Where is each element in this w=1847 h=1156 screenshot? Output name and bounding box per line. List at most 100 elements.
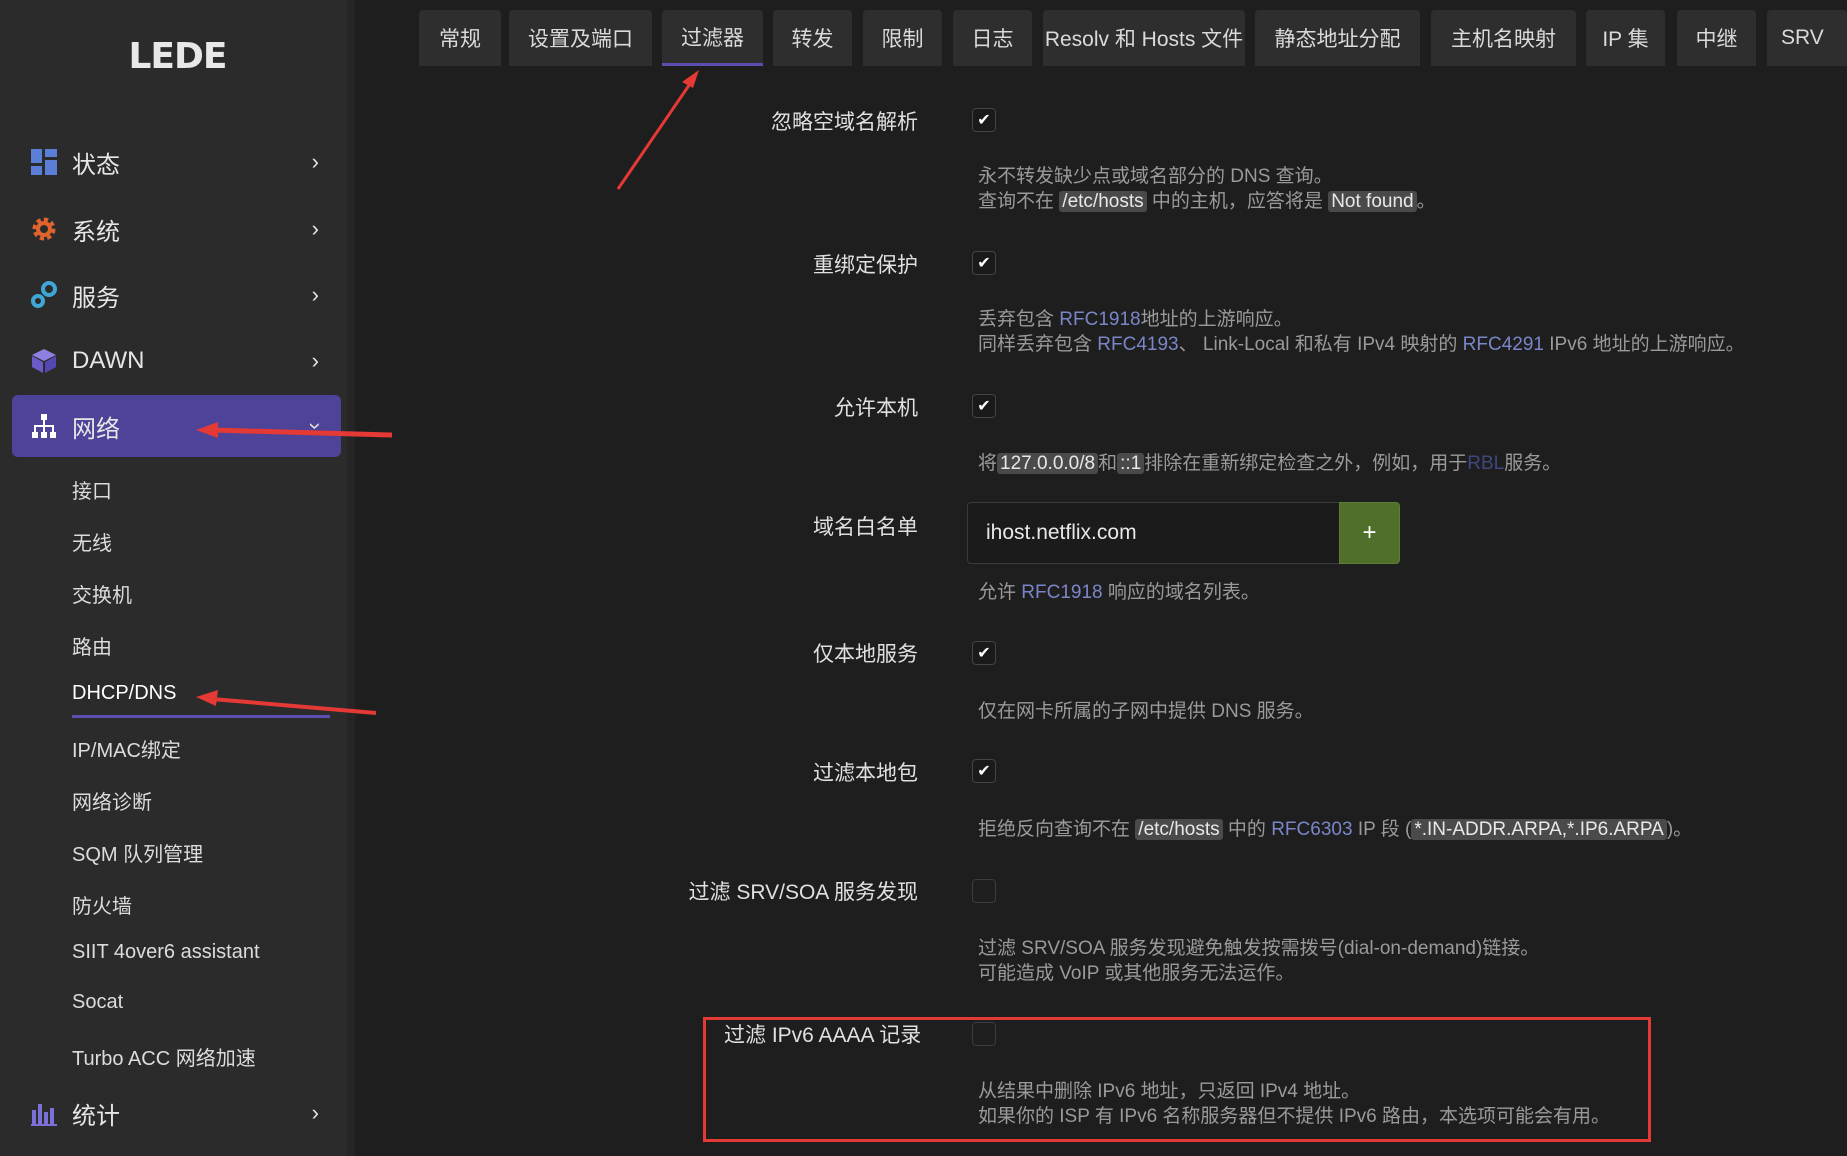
field-description: 将 127.0.0.0/8 和::1 排除在重新绑定检查之外，例如，用于RBL服务。 <box>978 451 1561 476</box>
dashboard-icon <box>30 148 58 176</box>
sidebar-sub-dhcp-dns[interactable]: DHCP/DNS <box>72 682 176 705</box>
tab-srv[interactable]: SRV <box>1767 10 1847 66</box>
tab-resolv-hosts[interactable]: Resolv 和 Hosts 文件 <box>1043 10 1245 66</box>
rfc-link[interactable]: RFC1918 <box>1059 309 1140 330</box>
sidebar-item-label: 状态 <box>72 151 120 179</box>
filter-srv-checkbox[interactable] <box>972 879 996 903</box>
code-snippet: ::1 <box>1117 453 1145 474</box>
tab-limits[interactable]: 限制 <box>863 10 942 66</box>
desc-text: 同样丢弃包含 <box>978 334 1093 355</box>
desc-line: 丢弃包含 RFC1918地址的上游响应。 <box>978 307 1745 332</box>
bar-chart-icon <box>30 1099 58 1127</box>
field-description: 丢弃包含 RFC1918地址的上游响应。 同样丢弃包含 RFC4193、 Lin… <box>978 307 1745 357</box>
gear-icon <box>30 215 58 243</box>
desc-line: 过滤 SRV/SOA 服务发现避免触发按需拨号(dial-on-demand)链… <box>978 938 1540 959</box>
tab-filters[interactable]: 过滤器 <box>662 10 763 66</box>
sidebar-sub-wireless[interactable]: 无线 <box>72 527 112 556</box>
desc-text: IP 段 ( <box>1357 819 1412 840</box>
add-domain-button[interactable]: + <box>1339 502 1400 564</box>
tab-relay[interactable]: 中继 <box>1677 10 1756 66</box>
desc-text: )。 <box>1666 819 1693 840</box>
sidebar-sub-interfaces[interactable]: 接口 <box>72 475 112 504</box>
field-description: 仅在网卡所属的子网中提供 DNS 服务。 <box>978 701 1314 722</box>
filter-private-checkbox[interactable]: ✔ <box>972 759 996 783</box>
desc-text: 将 <box>978 453 998 474</box>
field-label: 重绑定保护 <box>813 254 918 277</box>
chevron-down-icon: › <box>303 422 329 430</box>
sidebar-item-system[interactable]: 系统 › <box>12 198 341 260</box>
desc-text: 中的主机，应答将是 <box>1151 191 1323 212</box>
rfc-link[interactable]: RFC4291 <box>1463 334 1544 355</box>
services-icon <box>30 281 58 309</box>
active-sub-indicator <box>72 715 330 718</box>
rfc-link[interactable]: RFC6303 <box>1271 819 1352 840</box>
desc-line: 可能造成 VoIP 或其他服务无法运作。 <box>978 963 1295 984</box>
tab-static-leases[interactable]: 静态地址分配 <box>1255 10 1420 66</box>
tab-general[interactable]: 常规 <box>419 10 501 66</box>
desc-text: 排除在重新绑定检查之外，例如，用于 <box>1144 453 1468 474</box>
field-label: 允许本机 <box>834 397 918 420</box>
field-label: 过滤本地包 <box>813 762 918 785</box>
sidebar-sub-turbo-acc[interactable]: Turbo ACC 网络加速 <box>72 1042 256 1071</box>
ignore-empty-checkbox[interactable]: ✔ <box>972 108 996 132</box>
sidebar-sub-ip-mac[interactable]: IP/MAC绑定 <box>72 734 181 763</box>
tab-settings-ports[interactable]: 设置及端口 <box>509 10 652 66</box>
sidebar-item-label: DAWN <box>72 347 145 374</box>
sidebar-item-label: 系统 <box>72 218 120 246</box>
rfc-link[interactable]: RFC1918 <box>1021 582 1102 603</box>
field-description: 永不转发缺少点或域名部分的 DNS 查询。 查询不在 /etc/hosts 中的… <box>978 164 1436 214</box>
check-icon: ✔ <box>977 112 991 129</box>
chevron-right-icon: › <box>311 216 319 241</box>
desc-text: 查询不在 <box>978 191 1055 212</box>
sidebar-item-label: 服务 <box>72 284 120 312</box>
tab-log[interactable]: 日志 <box>953 10 1032 66</box>
sidebar-sub-routes[interactable]: 路由 <box>72 631 112 660</box>
desc-line: 永不转发缺少点或域名部分的 DNS 查询。 <box>978 166 1333 187</box>
code-snippet: *.IN-ADDR.ARPA,*.IP6.ARPA <box>1411 819 1667 840</box>
domain-whitelist-input[interactable]: ihost.netflix.com <box>967 502 1340 564</box>
sidebar-sub-socat[interactable]: Socat <box>72 991 123 1014</box>
rebind-protection-checkbox[interactable]: ✔ <box>972 251 996 275</box>
allow-localhost-checkbox[interactable]: ✔ <box>972 394 996 418</box>
filters-panel: 忽略空域名解析 ✔ 永不转发缺少点或域名部分的 DNS 查询。 查询不在 /et… <box>362 66 1847 1156</box>
cube-icon <box>30 347 58 375</box>
sidebar-item-statistics[interactable]: 统计 › <box>12 1082 341 1144</box>
check-icon: ✔ <box>977 645 991 662</box>
code-snippet: Not found <box>1328 191 1417 212</box>
field-description: 允许 RFC1918 响应的域名列表。 <box>978 580 1260 605</box>
sidebar-item-dawn[interactable]: DAWN › <box>12 330 341 392</box>
sidebar-sub-siit[interactable]: SIIT 4over6 assistant <box>72 941 260 964</box>
sidebar-sub-firewall[interactable]: 防火墙 <box>72 890 132 919</box>
check-icon: ✔ <box>977 398 991 415</box>
annotation-highlight-box <box>703 1017 1651 1142</box>
field-description: 过滤 SRV/SOA 服务发现避免触发按需拨号(dial-on-demand)链… <box>978 936 1539 986</box>
desc-text: 和 <box>1098 453 1118 474</box>
desc-text: 允许 <box>978 582 1017 603</box>
chevron-right-icon: › <box>311 149 319 174</box>
tab-hostnames[interactable]: 主机名映射 <box>1431 10 1576 66</box>
rbl-link[interactable]: RBL <box>1467 453 1504 474</box>
local-service-checkbox[interactable]: ✔ <box>972 641 996 665</box>
network-icon <box>30 412 58 440</box>
chevron-right-icon: › <box>311 282 319 307</box>
sidebar-sub-diagnostics[interactable]: 网络诊断 <box>72 786 152 815</box>
rfc-link[interactable]: RFC4193 <box>1097 334 1178 355</box>
sidebar-sub-sqm[interactable]: SQM 队列管理 <box>72 838 203 867</box>
desc-text: 中的 <box>1227 819 1266 840</box>
field-label: 忽略空域名解析 <box>771 111 918 134</box>
sidebar-item-label: 网络 <box>72 415 120 443</box>
tab-forward[interactable]: 转发 <box>773 10 852 66</box>
chevron-right-icon: › <box>311 348 319 373</box>
chevron-right-icon: › <box>311 1100 319 1125</box>
field-label: 仅本地服务 <box>813 643 918 666</box>
sidebar-item-services[interactable]: 服务 › <box>12 264 341 326</box>
desc-line: 查询不在 /etc/hosts 中的主机，应答将是 Not found。 <box>978 189 1436 214</box>
sidebar-sub-switch[interactable]: 交换机 <box>72 579 132 608</box>
desc-text: 、 Link-Local 和私有 IPv4 映射的 <box>1178 334 1458 355</box>
tab-ipsets[interactable]: IP 集 <box>1586 10 1665 66</box>
code-snippet: /etc/hosts <box>1059 191 1147 212</box>
field-label: 域名白名单 <box>813 516 918 539</box>
desc-text: 。 <box>1416 191 1436 212</box>
sidebar-item-status[interactable]: 状态 › <box>12 131 341 193</box>
sidebar-item-network[interactable]: 网络 › <box>12 395 341 457</box>
